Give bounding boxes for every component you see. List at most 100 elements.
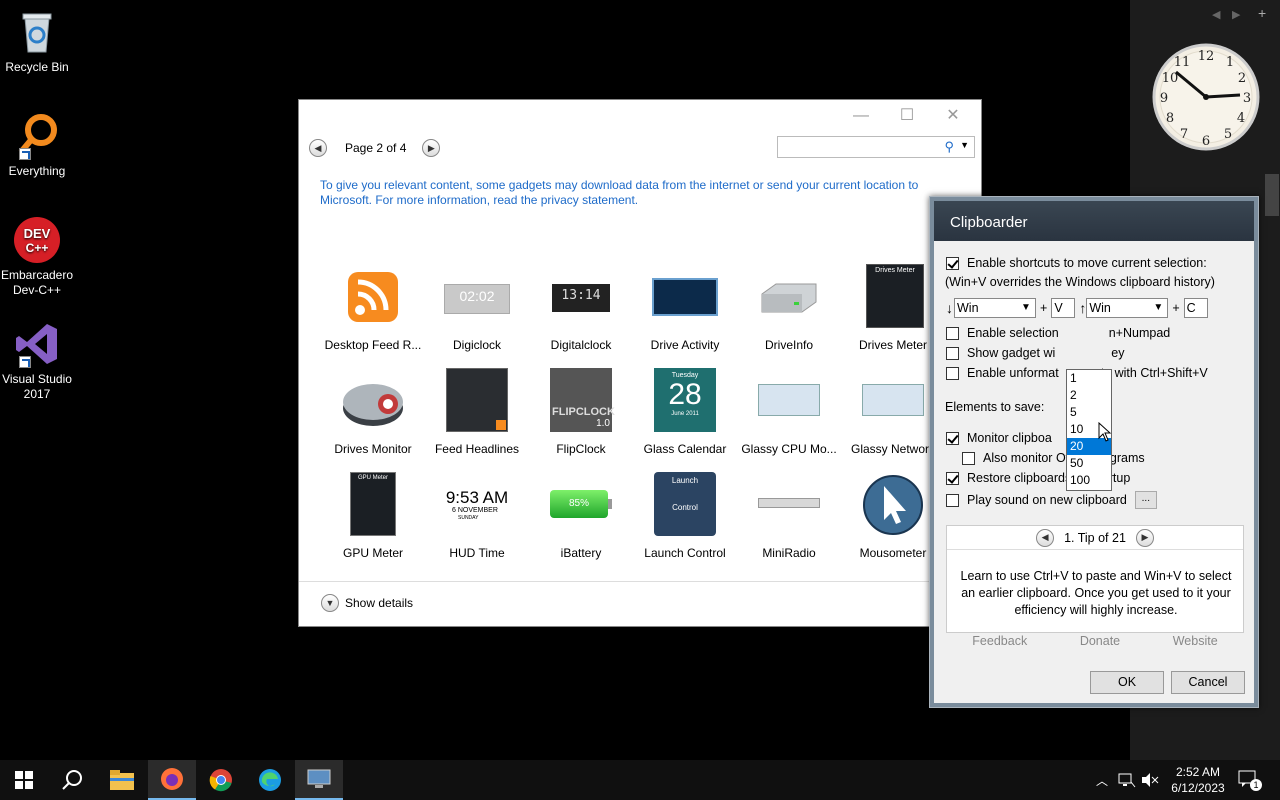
key-input-2[interactable]: C bbox=[1183, 298, 1208, 318]
show-gadget-checkbox[interactable] bbox=[946, 346, 959, 360]
gadget-drive-activity[interactable]: Drive Activity bbox=[631, 264, 739, 352]
play-sound-row[interactable]: Play sound on new clipboard ... bbox=[946, 491, 1157, 509]
gadget-desktop-feed-reader[interactable]: Desktop Feed R... bbox=[319, 264, 427, 352]
chevron-down-icon[interactable]: ▼ bbox=[960, 140, 969, 150]
feedback-link[interactable]: Feedback bbox=[972, 634, 1027, 648]
clock-gadget[interactable]: 12 1 2 345 678 9 10 11 bbox=[1148, 42, 1264, 152]
enable-shortcuts-checkbox[interactable] bbox=[946, 256, 959, 270]
dropdown-option[interactable]: 50 bbox=[1067, 455, 1111, 472]
gadget-miniradio[interactable]: MiniRadio bbox=[735, 472, 843, 560]
gadget-hud-time[interactable]: 9:53 AM 6 NOVEMBER SUNDAY HUD Time bbox=[423, 472, 531, 560]
chevron-up-icon[interactable]: ︿ bbox=[1096, 772, 1108, 789]
gadget-name: Launch Control bbox=[644, 546, 726, 560]
taskbar-firefox[interactable] bbox=[148, 760, 196, 800]
notification-center-button[interactable]: 1 bbox=[1238, 770, 1262, 791]
system-clock[interactable]: 2:52 AM 6/12/2023 bbox=[1162, 764, 1234, 796]
taskbar-chrome[interactable] bbox=[197, 760, 245, 800]
modifier-select-1[interactable]: Win ▼ bbox=[954, 298, 1036, 318]
modifier-select-2[interactable]: Win ▼ bbox=[1086, 298, 1169, 318]
taskbar-edge[interactable] bbox=[246, 760, 294, 800]
monitor-icon bbox=[307, 769, 331, 788]
taskbar-file-explorer[interactable] bbox=[98, 760, 146, 800]
show-gadget-row[interactable]: Show gadget wi ey bbox=[946, 346, 1124, 360]
dropdown-option[interactable]: 2 bbox=[1067, 387, 1111, 404]
start-button[interactable] bbox=[0, 760, 48, 800]
volume-muted-icon[interactable] bbox=[1141, 772, 1159, 788]
maximize-button[interactable]: ☐ bbox=[887, 104, 927, 128]
prev-page-button[interactable]: ◀ bbox=[309, 139, 327, 157]
enable-shortcuts-label: Enable shortcuts to move current selecti… bbox=[967, 256, 1207, 270]
prev-tip-button[interactable]: ◀ bbox=[1036, 528, 1055, 547]
plus-icon[interactable]: + bbox=[1258, 5, 1266, 21]
gadget-feed-headlines[interactable]: Feed Headlines bbox=[423, 368, 531, 456]
gadget-digiclock[interactable]: 02:02 Digiclock bbox=[423, 264, 531, 352]
website-link[interactable]: Website bbox=[1173, 634, 1218, 648]
desktop-icon-label: Everything bbox=[8, 164, 66, 178]
monitor-clipboard-checkbox[interactable] bbox=[946, 431, 959, 445]
gadget-ibattery[interactable]: 85% iBattery bbox=[527, 472, 635, 560]
gadget-drives-monitor[interactable]: Drives Monitor bbox=[319, 368, 427, 456]
gadget-launch-control[interactable]: Launch Control Launch Control bbox=[631, 472, 739, 560]
search-icon: ⚲ bbox=[944, 139, 954, 154]
battery-icon: 85% bbox=[548, 472, 614, 538]
gadget-gpu-meter[interactable]: GPU Meter GPU Meter bbox=[319, 472, 427, 560]
restore-on-startup-checkbox[interactable] bbox=[946, 471, 959, 485]
launch-top-label: Launch bbox=[671, 476, 699, 485]
gadget-flipclock[interactable]: FLIPCLOCK 1.0 FlipClock bbox=[527, 368, 635, 456]
network-icon[interactable] bbox=[1118, 772, 1136, 788]
desktop-icon-recycle-bin[interactable]: Recycle Bin bbox=[0, 8, 74, 75]
gadget-digitalclock[interactable]: 13:14 Digitalclock bbox=[527, 264, 635, 352]
close-button[interactable]: ✕ bbox=[933, 104, 973, 128]
search-button[interactable] bbox=[48, 760, 96, 800]
gadget-name: Digitalclock bbox=[550, 338, 612, 352]
enable-selection-row[interactable]: Enable selection n+Numpad bbox=[946, 326, 1170, 340]
svg-text:11: 11 bbox=[1174, 55, 1191, 70]
next-tip-button[interactable]: ▶ bbox=[1135, 528, 1154, 547]
dialog-links: Feedback Donate Website bbox=[946, 634, 1244, 648]
calendar-thumbnail: Tuesday 28 June 2011 bbox=[652, 368, 718, 434]
also-monitor-office-row[interactable]: Also monitor Office programs bbox=[962, 451, 1145, 465]
enable-unformatted-checkbox[interactable] bbox=[946, 366, 959, 380]
gpu-meter-thumbnail: GPU Meter bbox=[340, 472, 406, 538]
next-page-button[interactable]: ▶ bbox=[422, 139, 441, 157]
browse-sound-button[interactable]: ... bbox=[1134, 491, 1157, 509]
donate-link[interactable]: Donate bbox=[1080, 634, 1120, 648]
ok-button[interactable]: OK bbox=[1090, 671, 1164, 694]
cancel-button[interactable]: Cancel bbox=[1171, 671, 1245, 694]
gadget-name: Drive Activity bbox=[650, 338, 720, 352]
gadget-name: iBattery bbox=[560, 546, 602, 560]
also-monitor-office-checkbox[interactable] bbox=[962, 451, 975, 465]
desktop-icon-devcpp[interactable]: DEV C++ Embarcadero Dev-C++ bbox=[0, 216, 74, 298]
sidebar-scrollbar[interactable] bbox=[1265, 174, 1279, 216]
gadget-glass-calendar[interactable]: Tuesday 28 June 2011 Glass Calendar bbox=[631, 368, 739, 456]
gadget-glassy-cpu-monitor[interactable]: Glassy CPU Mo... bbox=[735, 368, 843, 456]
enable-shortcuts-row[interactable]: Enable shortcuts to move current selecti… bbox=[946, 256, 1207, 270]
desktop-icon-everything[interactable]: Everything bbox=[0, 112, 74, 179]
play-sound-checkbox[interactable] bbox=[946, 493, 959, 507]
arrow-down-icon: ↓ bbox=[946, 300, 953, 316]
show-details-button[interactable]: ▼ Show details bbox=[321, 594, 413, 612]
dropdown-option[interactable]: 100 bbox=[1067, 472, 1111, 489]
windows-icon bbox=[15, 771, 33, 789]
gadget-name: HUD Time bbox=[449, 546, 505, 560]
desktop-icon-visual-studio[interactable]: Visual Studio 2017 bbox=[0, 320, 74, 402]
chevron-down-icon: ▼ bbox=[1021, 302, 1031, 313]
gadget-driveinfo[interactable]: DriveInfo bbox=[735, 264, 843, 352]
enable-selection-checkbox[interactable] bbox=[946, 326, 959, 340]
search-input[interactable]: ⚲ ▼ bbox=[777, 136, 975, 158]
drives-monitor-icon bbox=[340, 368, 406, 434]
taskbar-gadgets[interactable] bbox=[295, 760, 343, 800]
flipclock-version: 1.0 bbox=[596, 418, 610, 429]
minimize-button[interactable]: — bbox=[841, 104, 881, 128]
key-input-1[interactable]: V bbox=[1051, 298, 1076, 318]
monitor-clipboard-row[interactable]: Monitor clipboa bbox=[946, 431, 1052, 445]
drive-icon bbox=[756, 264, 822, 330]
chevron-right-icon[interactable]: ▶ bbox=[1232, 8, 1240, 21]
privacy-info-text[interactable]: To give you relevant content, some gadge… bbox=[320, 178, 940, 208]
cpu-graph-thumbnail bbox=[756, 368, 822, 434]
gallery-footer: ▼ Show details bbox=[299, 581, 983, 627]
chevron-left-icon[interactable]: ◀ bbox=[1212, 8, 1220, 21]
svg-text:2: 2 bbox=[1238, 71, 1246, 86]
dropdown-option[interactable]: 5 bbox=[1067, 404, 1111, 421]
dropdown-option[interactable]: 1 bbox=[1067, 370, 1111, 387]
